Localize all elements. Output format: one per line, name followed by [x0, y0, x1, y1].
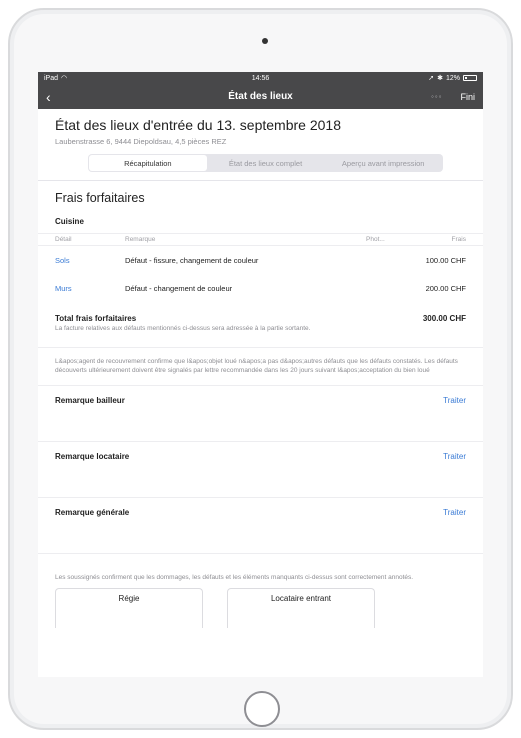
column-detail: Détail — [55, 236, 72, 243]
app-screen: iPad ◠ 14:56 ➚ ✱ 12% ‹ État des lieux ◦◦… — [38, 72, 483, 677]
remark-label: Remarque locataire — [55, 451, 130, 461]
edit-landlord-remark-button[interactable]: Traiter — [443, 396, 466, 441]
remark-label: Remarque générale — [55, 507, 130, 517]
remark-label: Remarque bailleur — [55, 395, 125, 405]
signature-tenant-box[interactable]: Locataire entrant — [227, 588, 375, 629]
total-section: Total frais forfaitaires 300.00 CHF La f… — [38, 302, 483, 332]
wifi-icon: ◠ — [61, 75, 68, 82]
row-detail-link[interactable]: Sols — [55, 256, 125, 265]
total-note: La facture relatives aux défauts mention… — [55, 325, 311, 332]
section-title: Frais forfaitaires — [55, 191, 145, 205]
tab-full-report[interactable]: État des lieux complet — [207, 155, 325, 171]
device-label: iPad — [44, 74, 59, 82]
table-row[interactable]: Murs Défaut - changement de couleur 200.… — [38, 274, 483, 302]
bluetooth-icon: ✱ — [437, 75, 443, 82]
total-line: Total frais forfaitaires 300.00 CHF — [55, 314, 466, 323]
remark-tenant: Remarque locataire Traiter — [38, 440, 483, 497]
table-row[interactable]: Sols Défaut - fissure, changement de cou… — [38, 246, 483, 274]
row-fee: 200.00 CHF — [425, 283, 466, 293]
row-detail-link[interactable]: Murs — [55, 284, 125, 293]
status-bar: iPad ◠ 14:56 ➚ ✱ 12% — [38, 72, 483, 84]
signature-agency-box[interactable]: Régie — [55, 588, 203, 629]
column-fee: Frais — [451, 236, 466, 243]
edit-tenant-remark-button[interactable]: Traiter — [443, 452, 466, 497]
status-time: 14:56 — [251, 74, 270, 82]
nav-actions: ◦◦◦ Fini — [431, 92, 475, 102]
tab-print-preview[interactable]: Aperçu avant impression — [324, 155, 442, 171]
tab-recapitulation[interactable]: Récapitulation — [89, 155, 207, 171]
location-icon: ➚ — [428, 75, 435, 82]
camera-icon — [262, 38, 268, 44]
page-title: État des lieux d'entrée du 13. septembre… — [55, 117, 341, 133]
battery-percent: 12% — [445, 74, 460, 82]
more-options-icon[interactable]: ◦◦◦ — [431, 92, 443, 101]
battery-icon — [463, 75, 477, 81]
row-remark: Défaut - changement de couleur — [125, 283, 233, 293]
total-value: 300.00 CHF — [422, 314, 466, 323]
done-button[interactable]: Fini — [460, 92, 475, 102]
total-label: Total frais forfaitaires — [55, 314, 137, 323]
property-address: Laubenstrasse 6, 9444 Diepoldsau, 4,5 pi… — [55, 137, 227, 146]
remark-landlord: Remarque bailleur Traiter — [38, 384, 483, 441]
column-remark: Remarque — [125, 236, 156, 243]
document-header: État des lieux d'entrée du 13. septembre… — [38, 109, 483, 146]
table-header: Détail Remarque Phot... Frais — [38, 233, 483, 246]
navigation-bar: ‹ État des lieux ◦◦◦ Fini — [38, 84, 483, 109]
room-title: Cuisine — [55, 217, 84, 226]
row-remark: Défaut - fissure, changement de couleur — [125, 255, 259, 265]
signature-boxes: Régie Locataire entrant — [38, 582, 483, 629]
remark-general: Remarque générale Traiter — [38, 496, 483, 553]
status-right: ➚ ✱ 12% — [428, 74, 477, 82]
nav-title: État des lieux — [228, 91, 293, 102]
back-button[interactable]: ‹ — [46, 90, 51, 104]
view-segmented-control: Récapitulation État des lieux complet Ap… — [88, 154, 443, 172]
row-fee: 100.00 CHF — [425, 255, 466, 265]
signature-note: Les soussignés confirment que les dommag… — [38, 552, 483, 583]
edit-general-remark-button[interactable]: Traiter — [443, 508, 466, 553]
legal-notice: L&apos;agent de recouvrement confirme qu… — [38, 347, 483, 385]
column-photo: Phot... — [366, 236, 385, 243]
home-button[interactable] — [244, 691, 280, 727]
status-left: iPad ◠ — [44, 74, 68, 83]
